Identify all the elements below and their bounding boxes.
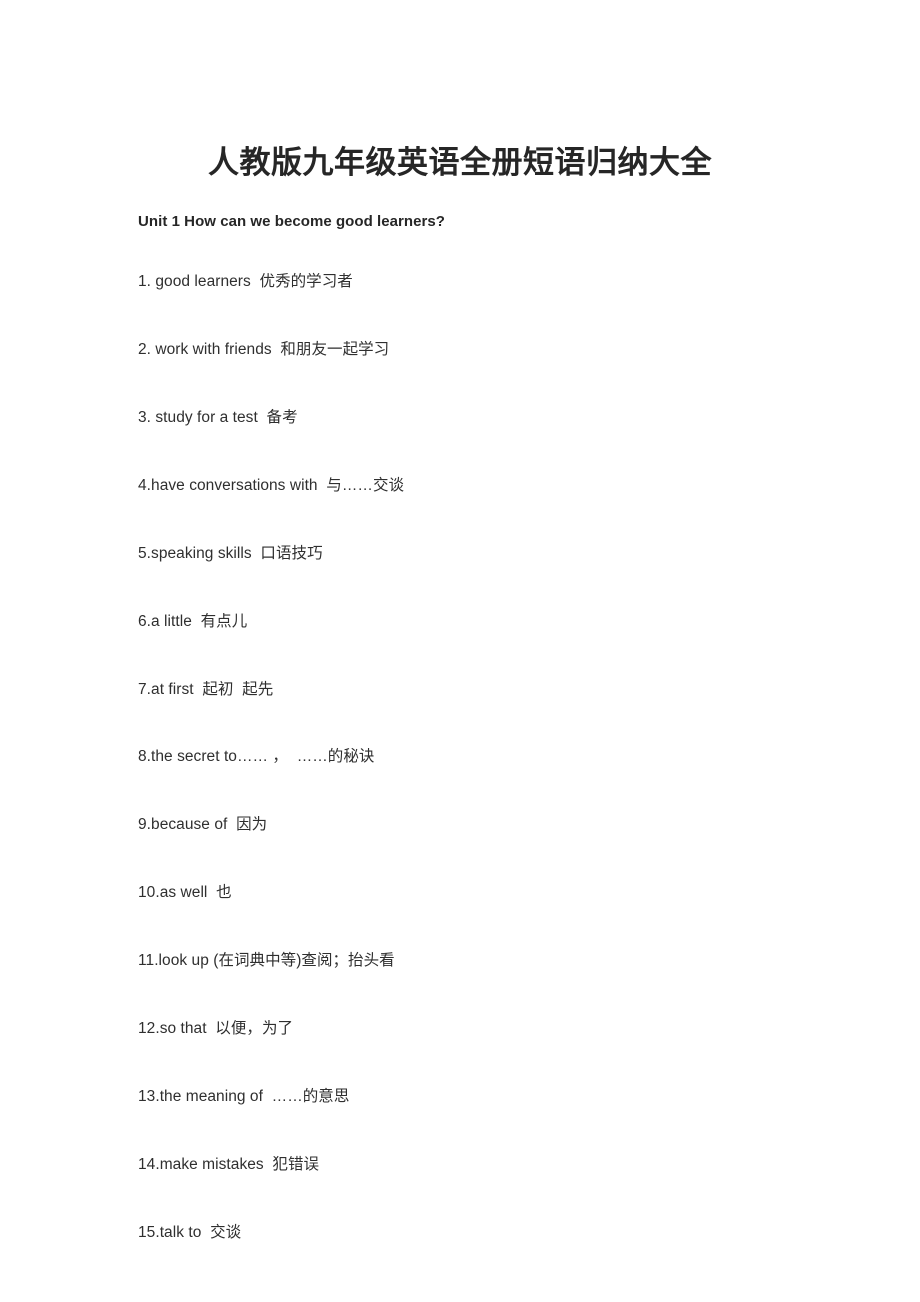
phrase-list-item: 15.talk to 交谈 xyxy=(138,1223,242,1241)
document-title: 人教版九年级英语全册短语归纳大全 xyxy=(208,144,712,180)
phrase-list-item: 12.so that 以便，为了 xyxy=(138,1020,294,1038)
document-page: 人教版九年级英语全册短语归纳大全 Unit 1 How can we becom… xyxy=(0,0,920,1302)
document-body: Unit 1 How can we become good learners? … xyxy=(138,211,838,1244)
phrase-list-item: 10.as well 也 xyxy=(138,884,232,902)
phrase-list-item: 2. work with friends 和朋友一起学习 xyxy=(138,340,390,358)
phrase-list-item: 14.make mistakes 犯错误 xyxy=(138,1155,320,1173)
phrase-list-item: 3. study for a test 备考 xyxy=(138,408,298,426)
phrase-list-item: 11.look up (在词典中等)查阅；抬头看 xyxy=(138,952,395,970)
phrase-list: 1. good learners 优秀的学习者 2. work with fri… xyxy=(138,272,838,1244)
phrase-list-item: 13.the meaning of ……的意思 xyxy=(138,1088,350,1106)
unit-heading: Unit 1 How can we become good learners? xyxy=(138,213,446,230)
phrase-list-item: 6.a little 有点儿 xyxy=(138,612,248,630)
phrase-list-item: 7.at first 起初 起先 xyxy=(138,680,274,698)
phrase-list-item: 1. good learners 优秀的学习者 xyxy=(138,273,353,290)
phrase-list-item: 4.have conversations with 与……交谈 xyxy=(138,476,405,494)
phrase-list-item: 9.because of 因为 xyxy=(138,816,268,834)
phrase-list-item: 8.the secret to…… ， ……的秘诀 xyxy=(138,748,375,766)
phrase-list-item: 5.speaking skills 口语技巧 xyxy=(138,544,323,562)
